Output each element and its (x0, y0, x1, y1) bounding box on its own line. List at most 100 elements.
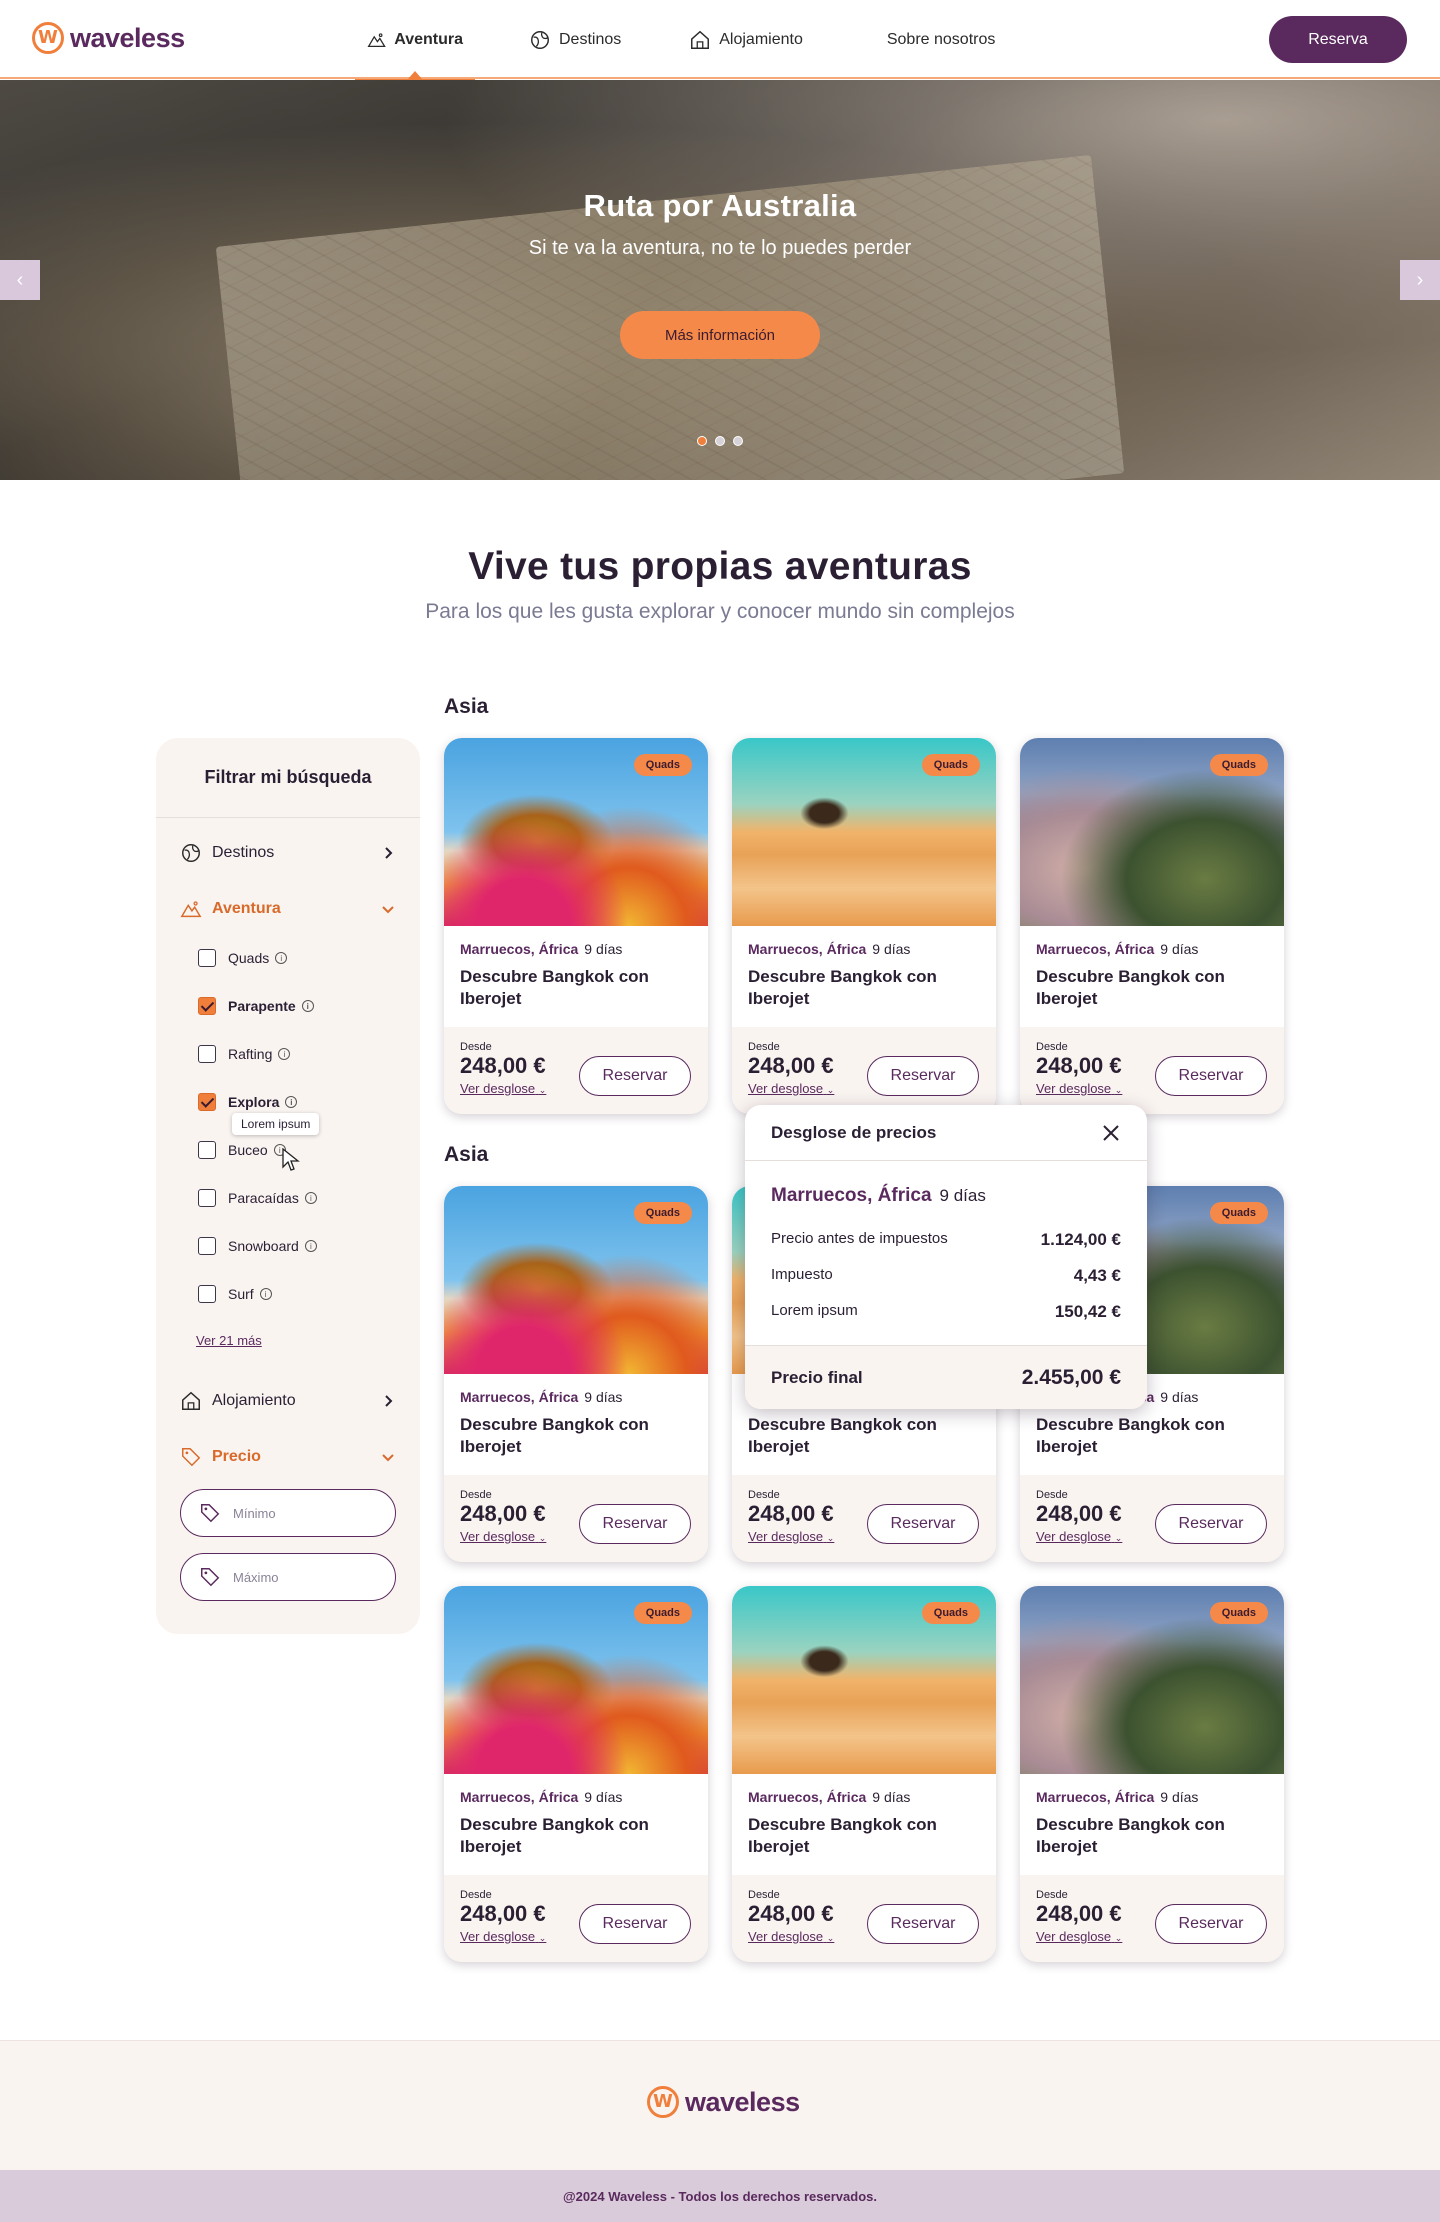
reservar-button[interactable]: Reservar (1155, 1904, 1267, 1944)
checkbox[interactable] (198, 1285, 216, 1303)
filter-precio[interactable]: Precio (180, 1441, 396, 1473)
info-icon[interactable]: i (285, 1096, 298, 1108)
ver-desglose-link[interactable]: Ver desglose ⌄ (460, 1081, 546, 1096)
checkbox[interactable] (198, 1237, 216, 1255)
info-icon[interactable]: i (275, 952, 288, 964)
filter-option-parapente[interactable]: Parapente i (198, 994, 314, 1018)
ver-desglose-link[interactable]: Ver desglose ⌄ (748, 1081, 834, 1096)
ver-mas-link[interactable]: Ver 21 más (196, 1333, 262, 1348)
reservar-button[interactable]: Reservar (867, 1056, 979, 1096)
filter-option-snowboard[interactable]: Snowboard i (198, 1234, 317, 1258)
close-icon[interactable] (1101, 1123, 1121, 1143)
footer-logo[interactable]: waveless (647, 2086, 800, 2118)
slide-dot-1[interactable] (697, 436, 707, 446)
filter-option-surf[interactable]: Surf i (198, 1282, 272, 1306)
ver-desglose-link[interactable]: Ver desglose ⌄ (460, 1929, 546, 1944)
logo[interactable]: waveless (32, 22, 185, 54)
trip-days: 9 días (584, 941, 623, 957)
reservar-button[interactable]: Reservar (579, 1904, 691, 1944)
ver-desglose-link[interactable]: Ver desglose ⌄ (460, 1529, 546, 1544)
trip-title: Descubre Bangkok con Iberojet (1036, 1415, 1225, 1456)
desde-label: Desde (460, 1041, 492, 1053)
trip-location: Marruecos, África 9 días (460, 1389, 622, 1405)
reservar-button[interactable]: Reservar (579, 1504, 691, 1544)
ver-desglose-link[interactable]: Ver desglose ⌄ (748, 1529, 834, 1544)
desde-label: Desde (1036, 1489, 1068, 1501)
nav-alojamiento[interactable]: Alojamiento (677, 0, 815, 79)
filter-option-buceo[interactable]: Buceo i (198, 1138, 286, 1162)
hero-overlay (0, 80, 1440, 480)
trip-price: 248,00 € (1036, 1053, 1122, 1078)
site-header: waveless Aventura Destinos Alojamiento S… (0, 0, 1440, 81)
checkbox[interactable] (198, 1141, 216, 1159)
ver-desglose-link[interactable]: Ver desglose ⌄ (1036, 1529, 1122, 1544)
mouse-cursor-icon (282, 1148, 300, 1171)
reservar-button[interactable]: Reservar (867, 1504, 979, 1544)
slide-dot-3[interactable] (733, 436, 743, 446)
trip-location-text: Marruecos, África (748, 941, 867, 957)
filter-option-explora[interactable]: Explora i (198, 1090, 298, 1114)
info-icon[interactable]: i (259, 1288, 272, 1300)
nav-destinos[interactable]: Destinos (517, 0, 633, 79)
trip-card-footer: Desde 248,00 € Ver desglose ⌄ Reservar (444, 1027, 708, 1114)
activity-badge: Quads (633, 754, 692, 776)
globe-icon (182, 844, 200, 862)
checkbox[interactable] (198, 1189, 216, 1207)
price-max-input[interactable]: Máximo (180, 1553, 396, 1601)
reservar-button[interactable]: Reservar (867, 1904, 979, 1944)
price-min-input[interactable]: Mínimo (180, 1489, 396, 1537)
filter-destinos[interactable]: Destinos (180, 837, 396, 869)
checkbox-checked[interactable] (198, 1093, 216, 1111)
reservar-button[interactable]: Reservar (579, 1056, 691, 1096)
reserva-button[interactable]: Reserva (1269, 16, 1407, 63)
ver-desglose-link[interactable]: Ver desglose ⌄ (748, 1929, 834, 1944)
trip-card[interactable]: Quads Marruecos, África 9 días Descubre B… (444, 1186, 708, 1562)
slide-dot-2[interactable] (715, 436, 725, 446)
checkbox[interactable] (198, 1045, 216, 1063)
trip-card[interactable]: Quads Marruecos, África 9 días Descubre B… (1020, 1586, 1284, 1962)
info-icon[interactable]: i (301, 1000, 314, 1012)
price-row-label: Impuesto (771, 1266, 833, 1283)
nav-aventura[interactable]: Aventura (355, 0, 475, 81)
filter-aventura[interactable]: Aventura (180, 893, 396, 925)
checkbox-checked[interactable] (198, 997, 216, 1015)
activity-badge: Quads (1209, 1202, 1268, 1224)
nav-sobre-nosotros[interactable]: Sobre nosotros (875, 0, 1008, 79)
ver-desglose-link[interactable]: Ver desglose ⌄ (1036, 1929, 1122, 1944)
filter-option-rafting[interactable]: Rafting i (198, 1042, 291, 1066)
hero-banner: Ruta por Australia Si te va la aventura,… (0, 80, 1440, 480)
nav-aventura-label: Aventura (394, 30, 463, 48)
next-slide-button[interactable]: › (1400, 260, 1440, 300)
ver-desglose-link[interactable]: Ver desglose ⌄ (1036, 1081, 1122, 1096)
prev-slide-button[interactable]: ‹ (0, 260, 40, 300)
info-icon[interactable]: i (304, 1240, 317, 1252)
trip-card[interactable]: Quads Marruecos, África 9 días Descubre B… (732, 1586, 996, 1962)
trip-card[interactable]: Quads Marruecos, África 9 días Descubre B… (444, 1586, 708, 1962)
trip-card[interactable]: Quads Marruecos, África 9 días Descubre B… (1020, 738, 1284, 1114)
logo-text: waveless (70, 22, 185, 53)
info-icon[interactable]: i (304, 1192, 317, 1204)
trip-card-footer: Desde 248,00 € Ver desglose ⌄ Reservar (444, 1475, 708, 1562)
chevron-down-icon: ⌄ (826, 1533, 835, 1543)
trip-card[interactable]: Quads Marruecos, África 9 días Descubre B… (732, 738, 996, 1114)
checkbox[interactable] (198, 949, 216, 967)
filter-alojamiento[interactable]: Alojamiento (180, 1385, 396, 1417)
info-icon[interactable]: i (278, 1048, 291, 1060)
trip-location-text: Marruecos, África (1036, 1789, 1155, 1805)
trip-card[interactable]: Quads Marruecos, África 9 días Descubre B… (444, 738, 708, 1114)
mas-informacion-button[interactable]: Más información (620, 311, 820, 359)
trip-card-footer: Desde 248,00 € Ver desglose ⌄ Reservar (1020, 1875, 1284, 1962)
filter-option-quads[interactable]: Quads i (198, 946, 288, 970)
filter-alojamiento-label: Alojamiento (212, 1392, 296, 1409)
reservar-button[interactable]: Reservar (1155, 1504, 1267, 1544)
ver-desglose-label: Ver desglose (748, 1529, 824, 1544)
house-icon (182, 1391, 200, 1410)
desde-label: Desde (748, 1041, 780, 1053)
popup-location: Marruecos, África 9 días (771, 1185, 986, 1207)
tooltip: Lorem ipsum (232, 1113, 320, 1135)
filter-option-paracaidas[interactable]: Paracaídas i (198, 1186, 317, 1210)
price-min-placeholder: Mínimo (233, 1505, 276, 1521)
reservar-button[interactable]: Reservar (1155, 1056, 1267, 1096)
popup-footer: Precio final 2.455,00 € (745, 1345, 1147, 1409)
tag-icon (201, 1568, 220, 1587)
